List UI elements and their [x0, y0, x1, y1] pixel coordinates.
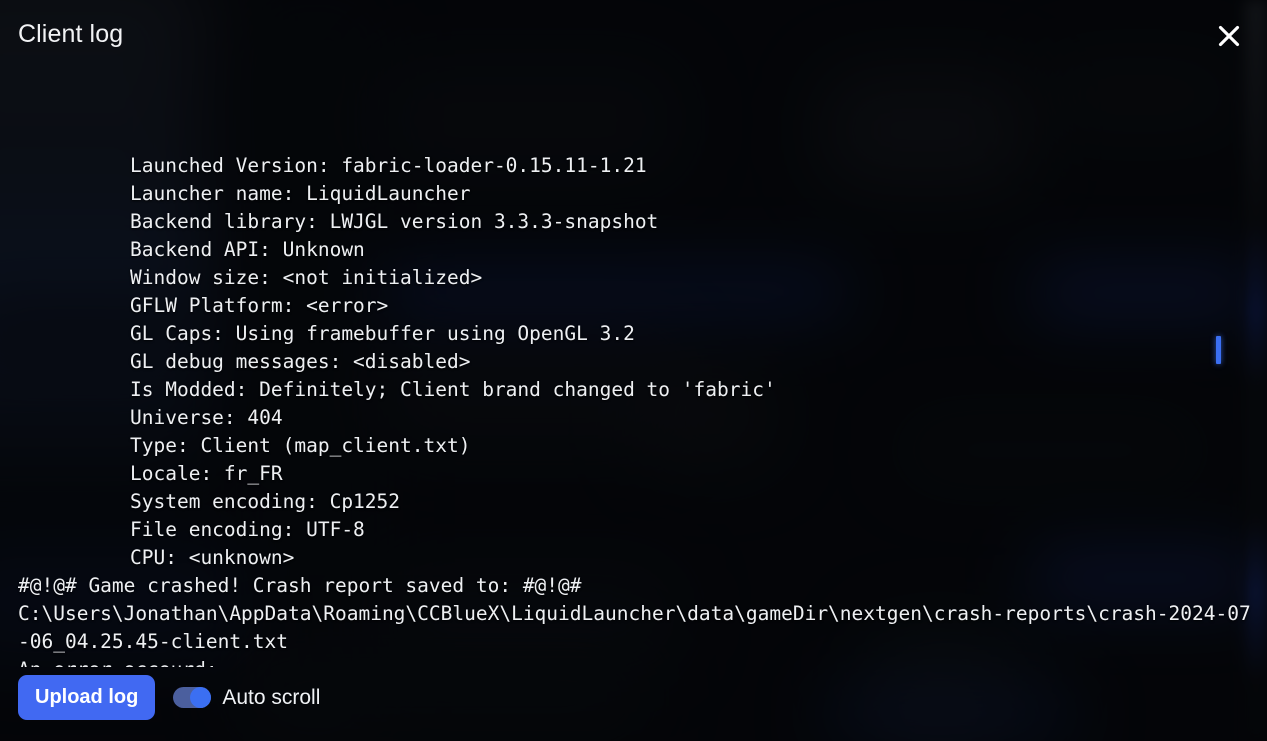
close-button[interactable]	[1207, 14, 1251, 58]
log-line: System encoding: Cp1252	[130, 490, 401, 513]
log-line: #@!@# Game crashed! Crash report saved t…	[18, 574, 582, 597]
log-line: Type: Client (map_client.txt)	[130, 434, 471, 457]
log-line: Is Modded: Definitely; Client brand chan…	[130, 378, 776, 401]
log-line: CPU: <unknown>	[130, 546, 295, 569]
auto-scroll-switch-track[interactable]	[173, 686, 212, 708]
console-caret	[1216, 336, 1221, 364]
page-title: Client log	[18, 19, 124, 48]
log-line: GL Caps: Using framebuffer using OpenGL …	[130, 322, 635, 345]
log-line: C:\Users\Jonathan\AppData\Roaming\CCBlue…	[18, 602, 1251, 653]
log-line: File encoding: UTF-8	[130, 518, 365, 541]
upload-log-button[interactable]: Upload log	[18, 674, 156, 720]
auto-scroll-label: Auto scroll	[222, 685, 321, 709]
log-line: Backend API: Unknown	[130, 238, 365, 261]
auto-scroll-switch-knob	[190, 686, 212, 708]
log-line: GFLW Platform: <error>	[130, 294, 389, 317]
log-line: Universe: 404	[130, 406, 283, 429]
dialog-titlebar: Client log	[0, 0, 1267, 68]
log-line: GL debug messages: <disabled>	[130, 350, 471, 373]
log-line: Backend library: LWJGL version 3.3.3-sna…	[130, 210, 659, 233]
log-output[interactable]: Launched Version: fabric-loader-0.15.11-…	[0, 68, 1267, 667]
log-line: Window size: <not initialized>	[130, 266, 483, 289]
log-line: Launched Version: fabric-loader-0.15.11-…	[130, 154, 647, 177]
log-line: Locale: fr_FR	[130, 462, 283, 485]
close-icon	[1216, 23, 1242, 49]
log-line: Launcher name: LiquidLauncher	[130, 182, 471, 205]
auto-scroll-toggle[interactable]: Auto scroll	[173, 685, 321, 709]
dialog-footer: Upload log Auto scroll	[0, 667, 1267, 741]
log-line: An error occourd:	[18, 656, 1251, 667]
client-log-dialog: Client log Launched Version: fabric-load…	[0, 0, 1267, 741]
